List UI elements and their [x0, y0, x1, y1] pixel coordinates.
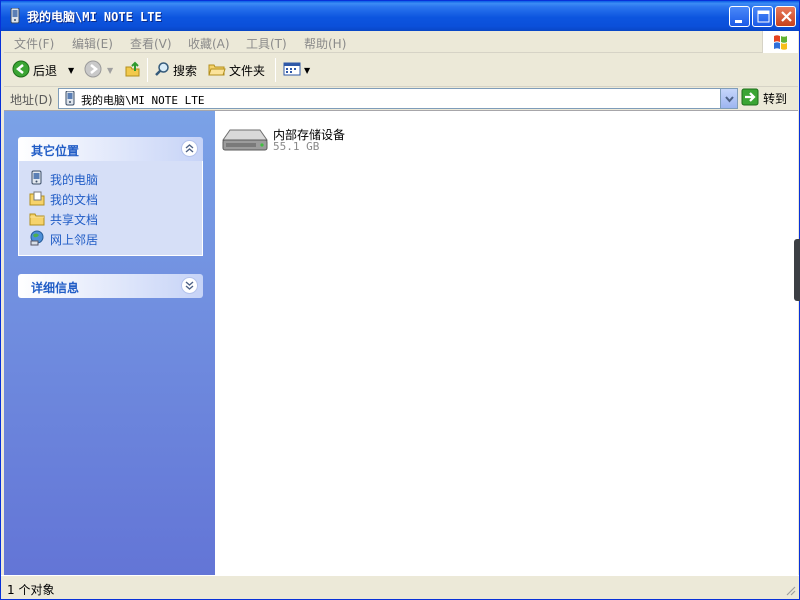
drive-item[interactable]: 内部存储设备 55.1 GB	[220, 124, 420, 156]
go-label: 转到	[763, 92, 788, 106]
search-icon	[154, 61, 170, 80]
other-places-header[interactable]: 其它位置	[18, 137, 203, 161]
menu-file[interactable]: 文件(F)	[14, 35, 54, 52]
back-label: 后退	[33, 63, 58, 78]
place-label: 我的电脑	[50, 172, 99, 187]
search-button[interactable]: 搜索	[154, 58, 197, 82]
up-folder-button[interactable]	[124, 58, 142, 82]
place-shared-documents[interactable]: 共享文档	[29, 209, 202, 229]
status-bar: 1 个对象	[1, 575, 799, 599]
menu-edit[interactable]: 编辑(E)	[72, 35, 113, 52]
explorer-window: 我的电脑\MI NOTE LTE 文件(F) 编辑(E) 查看(V) 收藏(A)…	[0, 0, 800, 600]
views-dropdown-icon[interactable]: ▼	[304, 66, 310, 75]
status-text: 1 个对象	[7, 583, 55, 597]
back-dropdown-icon[interactable]: ▼	[68, 66, 74, 75]
place-label: 网上邻居	[50, 232, 99, 247]
back-button[interactable]: 后退 ▼	[12, 58, 74, 82]
title-bar[interactable]: 我的电脑\MI NOTE LTE	[1, 1, 799, 31]
menu-view[interactable]: 查看(V)	[130, 35, 172, 52]
toolbar-separator	[275, 58, 276, 82]
forward-dropdown-icon[interactable]: ▼	[107, 66, 113, 75]
storage-drive-icon	[220, 126, 270, 157]
go-button[interactable]: 转到	[741, 88, 787, 109]
views-button[interactable]: ▼	[283, 58, 310, 82]
menu-tools[interactable]: 工具(T)	[246, 35, 287, 52]
maximize-button[interactable]	[752, 6, 773, 27]
other-places-panel: 其它位置 我的电脑 我的文档 共享文档 网上邻居	[18, 137, 203, 256]
resize-grip-icon[interactable]	[784, 584, 796, 596]
forward-button[interactable]: ▼	[84, 58, 113, 82]
mobile-device-icon	[8, 7, 22, 24]
standard-toolbar: 后退 ▼ ▼ 搜索 文件夹 ▼	[4, 54, 798, 87]
folders-button[interactable]: 文件夹	[208, 58, 265, 82]
file-view: 内部存储设备 55.1 GB	[215, 111, 798, 575]
content-area: 其它位置 我的电脑 我的文档 共享文档 网上邻居 详细信息 内部存储设备 55.…	[4, 110, 798, 575]
windows-logo-icon	[762, 31, 798, 53]
details-header[interactable]: 详细信息	[18, 274, 203, 298]
task-pane: 其它位置 我的电脑 我的文档 共享文档 网上邻居 详细信息	[4, 111, 215, 575]
side-panel-handle[interactable]	[794, 239, 800, 301]
documents-icon	[29, 190, 45, 209]
back-arrow-icon	[12, 60, 30, 81]
computer-icon	[29, 170, 45, 189]
other-places-list: 我的电脑 我的文档 共享文档 网上邻居	[18, 161, 203, 256]
network-icon	[29, 230, 45, 249]
window-title: 我的电脑\MI NOTE LTE	[27, 10, 162, 24]
other-places-title: 其它位置	[31, 144, 80, 158]
forward-arrow-icon	[84, 60, 102, 81]
mobile-device-icon	[63, 90, 77, 106]
address-label: 地址(D)	[10, 93, 53, 107]
address-input[interactable]: 我的电脑\MI NOTE LTE	[58, 88, 738, 109]
place-my-computer[interactable]: 我的电脑	[29, 169, 202, 189]
place-network[interactable]: 网上邻居	[29, 229, 202, 249]
place-label: 共享文档	[50, 212, 99, 227]
minimize-button[interactable]	[729, 6, 750, 27]
menu-favorites[interactable]: 收藏(A)	[188, 35, 230, 52]
menu-help[interactable]: 帮助(H)	[304, 35, 346, 52]
place-label: 我的文档	[50, 192, 99, 207]
folder-icon	[29, 210, 45, 229]
close-button[interactable]	[775, 6, 796, 27]
menu-bar: 文件(F) 编辑(E) 查看(V) 收藏(A) 工具(T) 帮助(H)	[4, 31, 798, 53]
drive-size: 55.1 GB	[273, 140, 320, 153]
search-label: 搜索	[173, 63, 198, 78]
expand-chevron-icon[interactable]	[181, 277, 198, 294]
toolbar-separator	[147, 58, 148, 82]
go-arrow-icon	[741, 88, 759, 109]
address-bar: 地址(D) 我的电脑\MI NOTE LTE 转到	[4, 88, 798, 110]
details-title: 详细信息	[31, 281, 80, 295]
address-dropdown-button[interactable]	[720, 89, 737, 108]
details-panel: 详细信息	[18, 274, 203, 298]
views-icon	[283, 61, 301, 80]
address-value: 我的电脑\MI NOTE LTE	[81, 94, 205, 107]
place-my-documents[interactable]: 我的文档	[29, 189, 202, 209]
folders-label: 文件夹	[229, 63, 266, 78]
folders-icon	[208, 61, 226, 80]
collapse-chevron-icon[interactable]	[181, 140, 198, 157]
up-folder-icon	[124, 60, 142, 81]
